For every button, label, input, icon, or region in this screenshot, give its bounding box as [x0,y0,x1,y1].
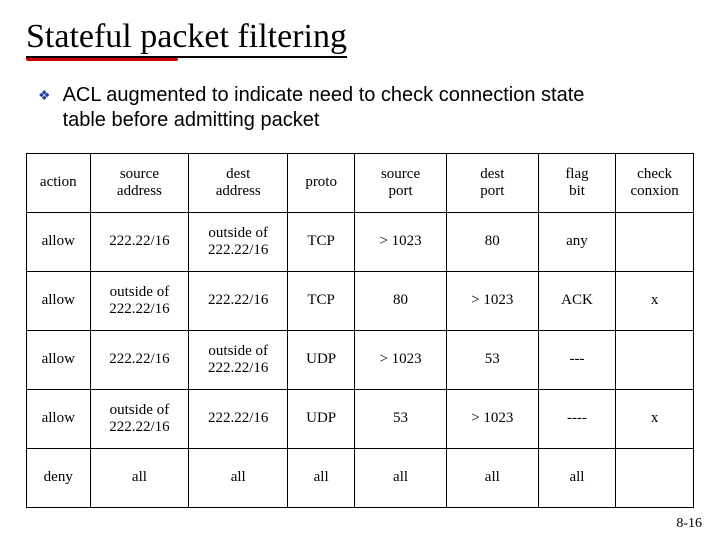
th-source-port: sourceport [355,154,447,213]
cell: all [355,449,447,508]
table-row: allow 222.22/16 outside of222.22/16 TCP … [27,213,694,272]
cell: any [538,213,616,272]
cell: UDP [288,390,355,449]
cell: outside of222.22/16 [90,390,189,449]
th-proto: proto [288,154,355,213]
cell: outside of222.22/16 [189,331,288,390]
cell: 80 [446,213,538,272]
cell: > 1023 [446,272,538,331]
cell-check [616,331,694,390]
cell: allow [27,213,91,272]
th-check-conxion: checkconxion [616,154,694,213]
th-flag-bit: flagbit [538,154,616,213]
cell: UDP [288,331,355,390]
cell-check [616,213,694,272]
cell: allow [27,390,91,449]
cell-check: x [616,390,694,449]
cell: 53 [355,390,447,449]
cell: allow [27,272,91,331]
cell: ---- [538,390,616,449]
cell: allow [27,331,91,390]
cell: 222.22/16 [90,331,189,390]
cell: all [288,449,355,508]
cell: deny [27,449,91,508]
cell: outside of222.22/16 [189,213,288,272]
cell-check: x [616,272,694,331]
table-row: allow outside of222.22/16 222.22/16 UDP … [27,390,694,449]
slide-title: Stateful packet filtering [26,18,347,58]
cell: TCP [288,272,355,331]
bullet-text: ACL augmented to indicate need to check … [63,83,603,133]
th-dest-port: destport [446,154,538,213]
cell: all [538,449,616,508]
diamond-bullet-icon: ❖ [38,87,51,104]
cell: 222.22/16 [90,213,189,272]
table-row: allow 222.22/16 outside of222.22/16 UDP … [27,331,694,390]
cell: 80 [355,272,447,331]
th-source-addr: sourceaddress [90,154,189,213]
th-dest-addr: destaddress [189,154,288,213]
cell: ACK [538,272,616,331]
cell: --- [538,331,616,390]
cell: > 1023 [446,390,538,449]
bullet-item: ❖ ACL augmented to indicate need to chec… [38,83,694,133]
cell: > 1023 [355,213,447,272]
table-header: action sourceaddress destaddress proto s… [27,154,694,213]
cell: > 1023 [355,331,447,390]
cell: TCP [288,213,355,272]
cell-check [616,449,694,508]
cell: outside of222.22/16 [90,272,189,331]
cell: all [90,449,189,508]
table-row: deny all all all all all all [27,449,694,508]
table-body: allow 222.22/16 outside of222.22/16 TCP … [27,213,694,508]
table-row: allow outside of222.22/16 222.22/16 TCP … [27,272,694,331]
table-header-row: action sourceaddress destaddress proto s… [27,154,694,213]
cell: 222.22/16 [189,390,288,449]
acl-table: action sourceaddress destaddress proto s… [26,153,694,508]
slide-number: 8-16 [676,516,702,532]
cell: 53 [446,331,538,390]
cell: all [189,449,288,508]
th-action: action [27,154,91,213]
slide: Stateful packet filtering ❖ ACL augmente… [0,0,720,540]
cell: 222.22/16 [189,272,288,331]
cell: all [446,449,538,508]
